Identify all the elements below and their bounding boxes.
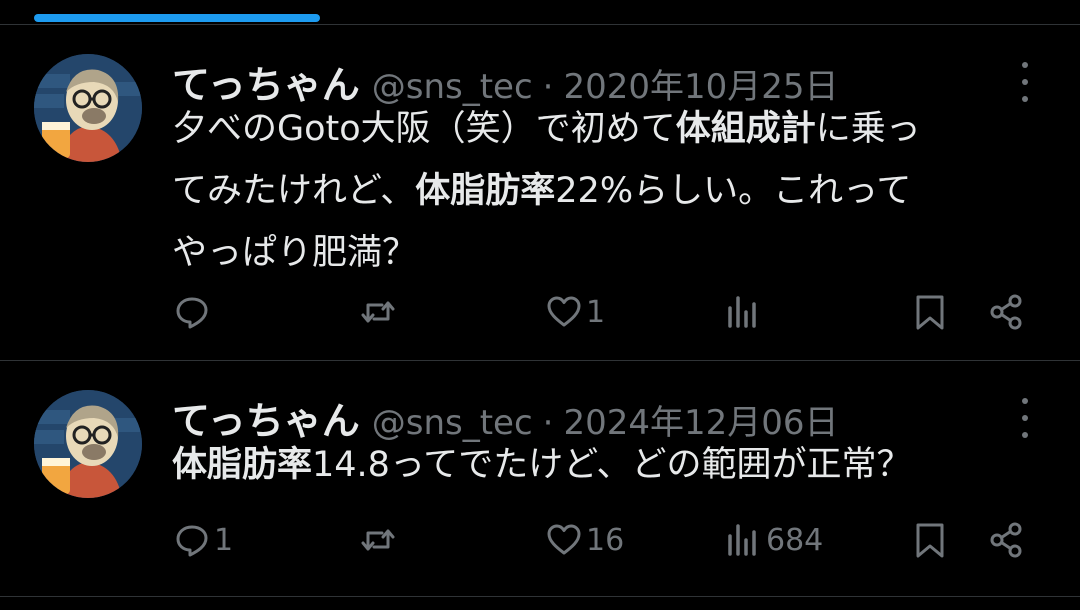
text-segment: 14.8ってでたけど、どの範囲が正常？ xyxy=(312,445,912,485)
reply-button[interactable]: 1 xyxy=(174,520,233,560)
reply-button[interactable] xyxy=(174,292,214,332)
tweet-text-line: 体脂肪率14.8ってでたけど、どの範囲が正常？ xyxy=(172,434,1052,496)
avatar[interactable] xyxy=(34,390,142,498)
tweet-header: てっちゃん @sns_tec · 2020年10月25日 xyxy=(172,54,839,107)
bar-chart-icon xyxy=(728,524,756,556)
action-bar: 1 16 684 xyxy=(0,520,1080,560)
like-button[interactable]: 1 xyxy=(546,292,605,332)
text-segment-bold: 体脂肪率 xyxy=(172,445,313,485)
bottom-divider xyxy=(0,596,1080,597)
tweet-text: 夕べのGoto大阪（笑）で初めて体組成計に乗っ てみたけれど、体脂肪率22%らし… xyxy=(172,98,1052,284)
share-nodes-icon xyxy=(990,294,1022,330)
views-button[interactable] xyxy=(726,292,766,332)
heart-icon xyxy=(547,524,581,555)
tweet[interactable]: てっちゃん @sns_tec · 2020年10月25日 夕べのGoto大阪（笑… xyxy=(0,54,1080,360)
avatar[interactable] xyxy=(34,54,142,162)
bookmark-icon xyxy=(916,295,944,330)
bookmark-button[interactable] xyxy=(912,520,948,560)
share-button[interactable] xyxy=(988,292,1024,332)
tweet-text: 体脂肪率14.8ってでたけど、どの範囲が正常？ xyxy=(172,434,1052,496)
bar-chart-icon xyxy=(728,296,756,328)
heart-icon xyxy=(547,296,581,327)
reply-count: 1 xyxy=(214,522,234,558)
bookmark-button[interactable] xyxy=(912,292,948,332)
views-button[interactable]: 684 xyxy=(726,520,823,560)
text-segment: てみたけれど、 xyxy=(172,171,416,211)
text-segment-bold: 体脂肪率 xyxy=(415,171,556,211)
speech-bubble-icon xyxy=(176,525,208,557)
tweet-header: てっちゃん @sns_tec · 2024年12月06日 xyxy=(172,390,839,443)
retweet-button[interactable] xyxy=(360,292,400,332)
tweet-text-line: やっぱり肥満？ xyxy=(172,222,1052,284)
retweet-arrows-icon xyxy=(361,529,395,551)
text-segment: やっぱり肥満？ xyxy=(172,233,418,273)
scroll-progress-bar xyxy=(34,14,320,22)
text-segment: 夕べのGoto大阪（笑）で初めて xyxy=(172,109,676,149)
bookmark-icon xyxy=(916,523,944,558)
speech-bubble-icon xyxy=(176,297,208,329)
share-nodes-icon xyxy=(990,522,1022,558)
view-count: 684 xyxy=(766,522,824,558)
like-button[interactable]: 16 xyxy=(546,520,624,560)
action-bar: 1 xyxy=(0,292,1080,332)
top-divider xyxy=(0,24,1080,25)
retweet-arrows-icon xyxy=(361,301,395,323)
text-segment: 22%らしい。これって xyxy=(555,171,912,211)
tweet-text-line: 夕べのGoto大阪（笑）で初めて体組成計に乗っ xyxy=(172,98,1052,160)
like-count: 1 xyxy=(586,294,606,330)
vertical-dots-icon[interactable] xyxy=(1018,62,1032,102)
text-segment-bold: 体組成計 xyxy=(675,109,816,149)
retweet-button[interactable] xyxy=(360,520,400,560)
tweet-text-line: てみたけれど、体脂肪率22%らしい。これって xyxy=(172,160,1052,222)
tweet-divider xyxy=(0,360,1080,361)
share-button[interactable] xyxy=(988,520,1024,560)
text-segment: に乗っ xyxy=(815,109,921,149)
like-count: 16 xyxy=(586,522,625,558)
tweet[interactable]: てっちゃん @sns_tec · 2024年12月06日 体脂肪率14.8ってで… xyxy=(0,390,1080,590)
vertical-dots-icon[interactable] xyxy=(1018,398,1032,438)
